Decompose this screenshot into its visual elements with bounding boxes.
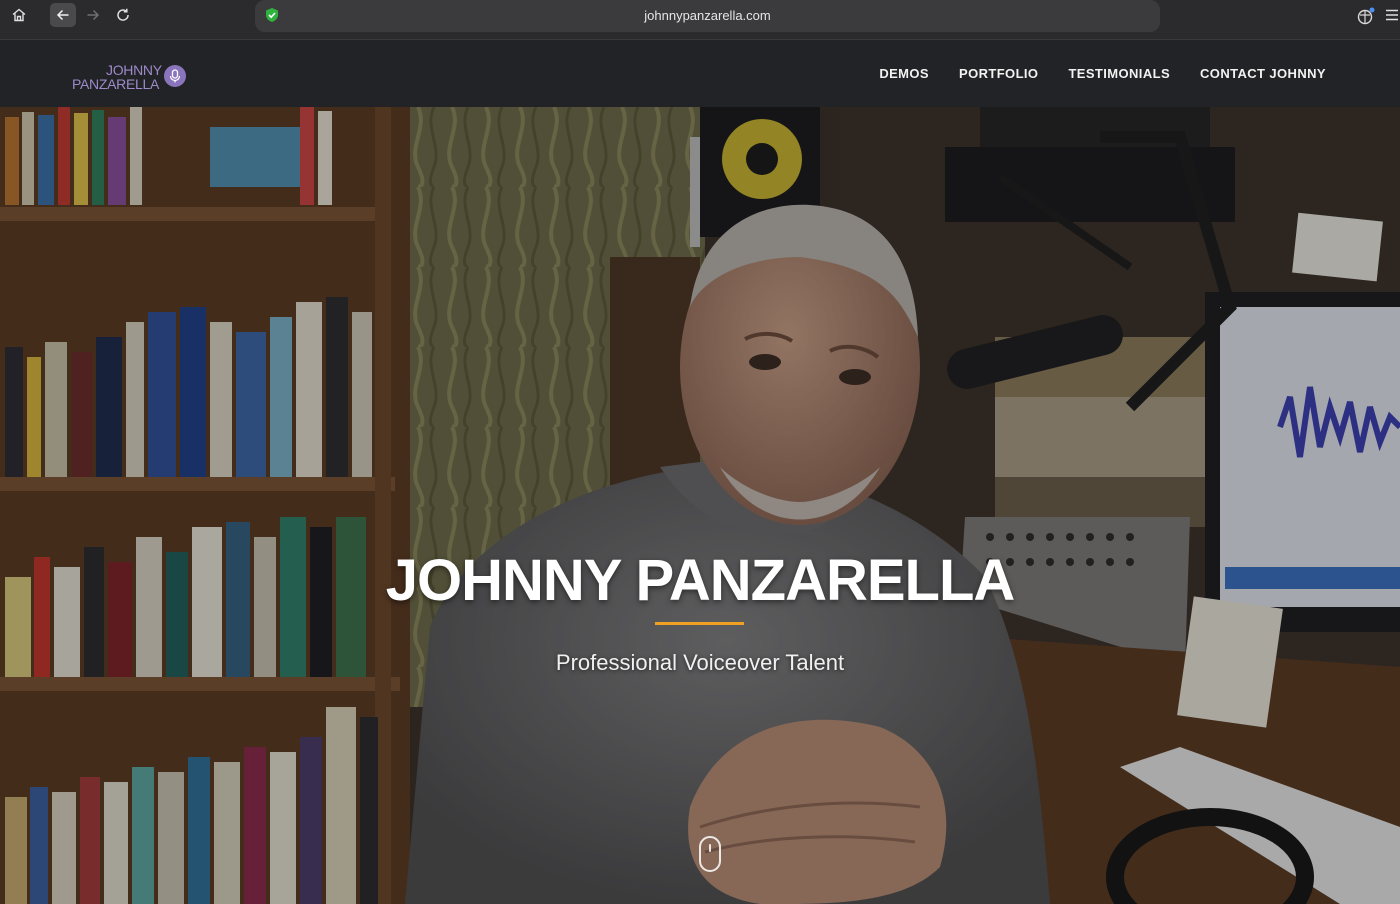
forward-button[interactable]: [80, 3, 106, 27]
microphone-icon: [164, 65, 186, 87]
reload-icon: [117, 8, 129, 21]
reload-button[interactable]: [110, 3, 136, 27]
main-nav: DEMOS PORTFOLIO TESTIMONIALS CONTACT JOH…: [879, 66, 1326, 81]
site-header: JOHNNY PANZARELLA DEMOS PORTFOLIO TESTIM…: [0, 40, 1400, 107]
hero-title: JOHNNY PANZARELLA: [385, 548, 1016, 613]
hero-overlay: [0, 107, 1400, 904]
extension-icon[interactable]: [1356, 6, 1376, 26]
home-icon: [12, 8, 26, 22]
logo-line-1: JOHNNY: [106, 62, 162, 78]
hero-section: JOHNNY PANZARELLA Professional Voiceover…: [0, 107, 1400, 904]
logo-line-2: PANZARELLA: [72, 76, 159, 92]
nav-demos[interactable]: DEMOS: [879, 66, 929, 81]
home-button[interactable]: [6, 3, 32, 27]
forward-arrow-icon: [87, 9, 100, 21]
back-button[interactable]: [50, 3, 76, 27]
nav-testimonials[interactable]: TESTIMONIALS: [1068, 66, 1170, 81]
mouse-scroll-icon[interactable]: [699, 836, 721, 872]
url-text: johnnypanzarella.com: [644, 8, 771, 23]
site-logo[interactable]: JOHNNY PANZARELLA: [70, 62, 190, 94]
back-arrow-icon: [56, 9, 69, 21]
hero-title-underline: [655, 622, 744, 625]
browser-toolbar: johnnypanzarella.com: [0, 0, 1400, 40]
nav-contact-johnny[interactable]: CONTACT JOHNNY: [1200, 66, 1326, 81]
address-bar[interactable]: johnnypanzarella.com: [255, 0, 1160, 32]
nav-portfolio[interactable]: PORTFOLIO: [959, 66, 1038, 81]
hero-subtitle: Professional Voiceover Talent: [555, 650, 845, 675]
menu-icon[interactable]: [1384, 7, 1400, 23]
